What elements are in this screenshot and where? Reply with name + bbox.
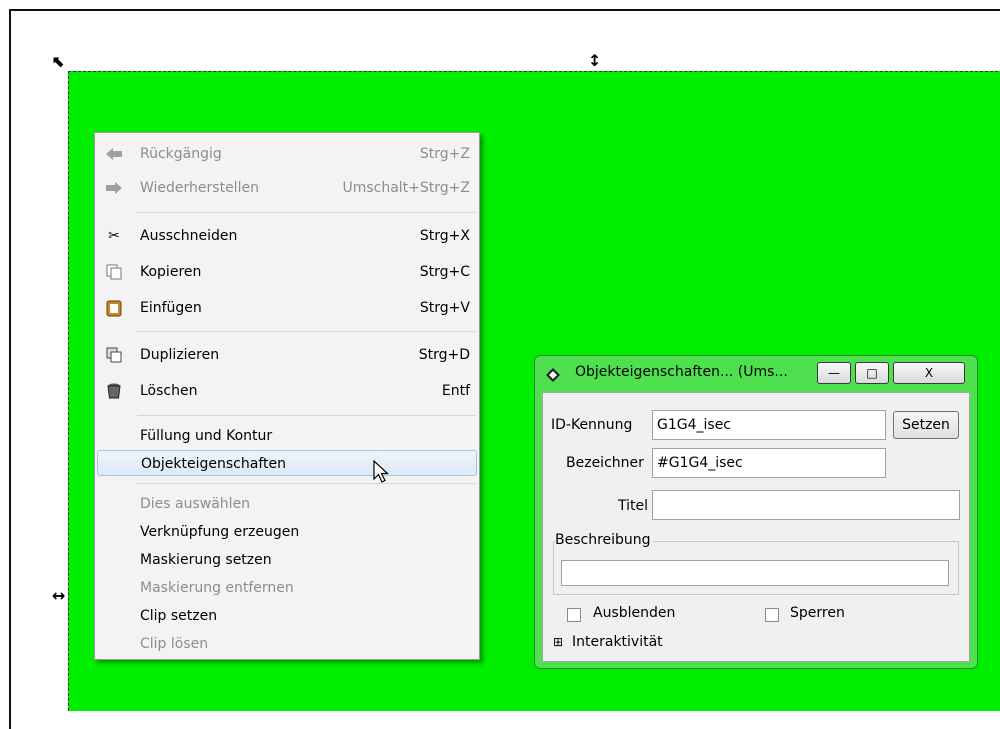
expand-icon[interactable]: ⊞ — [553, 635, 563, 649]
paste-icon — [105, 299, 123, 317]
menu-item-label: Clip setzen — [140, 608, 218, 624]
menu-item-shortcut: Strg+Z — [419, 146, 470, 162]
menu-item-label: Dies auswählen — [140, 496, 251, 512]
scale-handle-top-icon[interactable]: ↕ — [588, 53, 601, 69]
menu-item-label: Ausschneiden — [140, 228, 238, 244]
menu-item-select-this[interactable]: Dies auswählen — [95, 491, 479, 517]
lock-checkbox[interactable] — [765, 608, 779, 622]
menu-separator — [137, 212, 475, 213]
hide-checkbox[interactable] — [567, 608, 581, 622]
minimize-button[interactable]: — — [817, 362, 851, 384]
maximize-icon: □ — [866, 366, 878, 380]
object-properties-dialog: Objekteigenschaften... (Ums... — □ X ID-… — [534, 355, 978, 669]
copy-icon — [105, 263, 123, 281]
menu-item-label: Einfügen — [140, 300, 202, 316]
menu-item-label: Duplizieren — [140, 347, 220, 363]
undo-icon — [105, 145, 123, 163]
title-input[interactable] — [652, 490, 960, 520]
title-label: Titel — [618, 498, 649, 514]
menu-separator — [137, 483, 475, 484]
menu-item-label: Wiederherstellen — [140, 180, 259, 196]
menu-item-set-mask[interactable]: Maskierung setzen — [95, 547, 479, 573]
menu-item-release-clip[interactable]: Clip lösen — [95, 631, 479, 657]
menu-item-fill-and-stroke[interactable]: Füllung und Kontur — [95, 423, 479, 449]
close-button[interactable]: X — [893, 362, 965, 384]
lock-label: Sperren — [790, 605, 845, 621]
menu-item-undo[interactable]: Rückgängig Strg+Z — [95, 141, 479, 167]
menu-item-copy[interactable]: Kopieren Strg+C — [95, 259, 479, 285]
menu-item-shortcut: Strg+D — [418, 347, 470, 363]
menu-item-duplicate[interactable]: Duplizieren Strg+D — [95, 342, 479, 368]
menu-item-label: Maskierung setzen — [140, 552, 272, 568]
id-label: ID-Kennung — [551, 417, 633, 433]
menu-item-label: Löschen — [140, 383, 198, 399]
maximize-button[interactable]: □ — [855, 362, 889, 384]
cut-icon: ✂ — [108, 228, 120, 244]
menu-item-set-clip[interactable]: Clip setzen — [95, 603, 479, 629]
minimize-icon: — — [828, 366, 840, 380]
label-label: Bezeichner — [566, 455, 644, 471]
menu-item-create-link[interactable]: Verknüpfung erzeugen — [95, 519, 479, 545]
hide-label: Ausblenden — [593, 605, 676, 621]
close-icon: X — [924, 366, 934, 380]
mouse-cursor-icon — [373, 460, 390, 483]
duplicate-icon — [105, 346, 123, 364]
menu-item-shortcut: Strg+C — [419, 264, 470, 280]
context-menu: Rückgängig Strg+Z Wiederherstellen Umsch… — [94, 132, 480, 660]
menu-item-label: Verknüpfung erzeugen — [140, 524, 300, 540]
redo-icon — [105, 179, 123, 197]
menu-item-cut[interactable]: ✂ Ausschneiden Strg+X — [95, 223, 479, 249]
inkscape-icon — [546, 368, 560, 382]
menu-item-label: Füllung und Kontur — [140, 428, 273, 444]
delete-icon — [105, 382, 123, 400]
menu-item-delete[interactable]: Löschen Entf — [95, 378, 479, 404]
dialog-title: Objekteigenschaften... (Ums... — [575, 364, 788, 380]
description-textarea[interactable] — [561, 560, 949, 586]
set-button[interactable]: Setzen — [893, 411, 959, 439]
menu-item-shortcut: Umschalt+Strg+Z — [342, 180, 470, 196]
menu-item-label: Clip lösen — [140, 636, 209, 652]
menu-item-shortcut: Entf — [441, 383, 470, 399]
description-label: Beschreibung — [555, 532, 653, 548]
menu-item-release-mask[interactable]: Maskierung entfernen — [95, 575, 479, 601]
scale-handle-topleft-icon[interactable]: ⬉ — [52, 54, 65, 70]
id-input[interactable]: G1G4_isec — [652, 410, 886, 440]
menu-item-label: Maskierung entfernen — [140, 580, 294, 596]
scale-handle-left-icon[interactable]: ↔ — [52, 588, 65, 604]
interactivity-expander[interactable]: Interaktivität — [572, 634, 663, 650]
menu-separator — [137, 415, 475, 416]
menu-item-label: Kopieren — [140, 264, 202, 280]
menu-separator — [137, 331, 475, 332]
menu-item-shortcut: Strg+V — [419, 300, 470, 316]
menu-item-label: Rückgängig — [140, 146, 222, 162]
menu-item-object-properties[interactable]: Objekteigenschaften — [97, 450, 477, 476]
menu-item-label: Objekteigenschaften — [141, 456, 286, 472]
menu-item-paste[interactable]: Einfügen Strg+V — [95, 295, 479, 321]
label-input[interactable]: #G1G4_isec — [652, 448, 886, 478]
menu-item-shortcut: Strg+X — [419, 228, 470, 244]
dialog-client-area: ID-Kennung G1G4_isec Setzen Bezeichner #… — [542, 392, 970, 662]
menu-item-redo[interactable]: Wiederherstellen Umschalt+Strg+Z — [95, 175, 479, 201]
